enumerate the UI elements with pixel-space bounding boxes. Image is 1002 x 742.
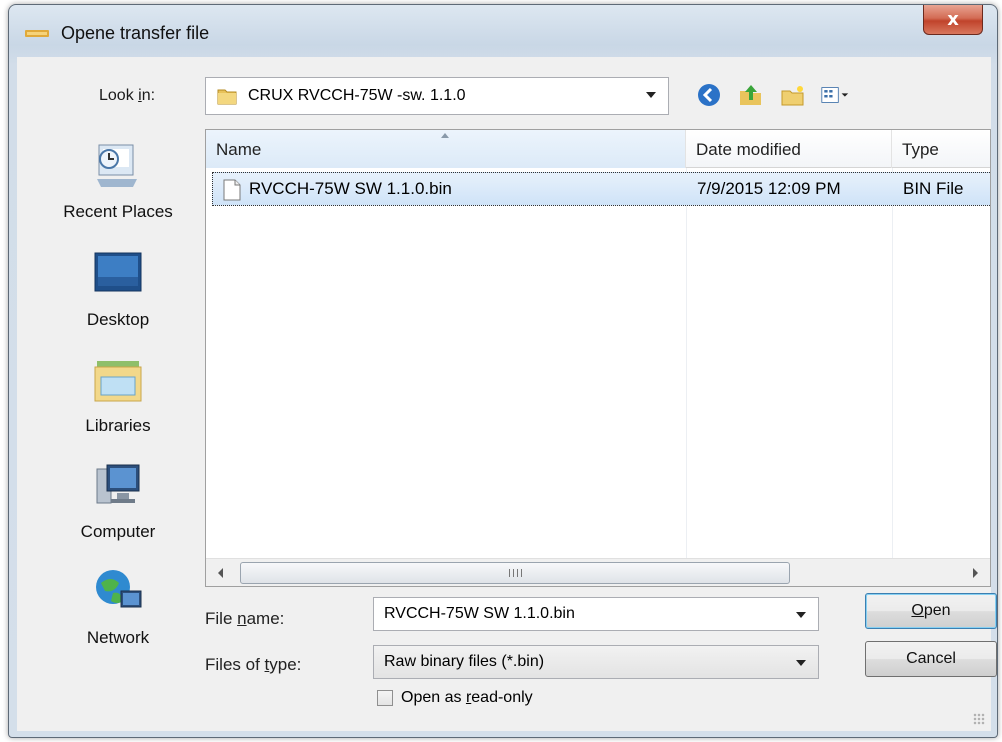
file-name-cell: RVCCH-75W SW 1.1.0.bin [249, 179, 452, 198]
file-list-header: Name Date modified Type [206, 130, 990, 168]
file-type-value: Raw binary files (*.bin) [384, 653, 545, 670]
place-recent-places[interactable]: Recent Places [43, 139, 193, 222]
place-label: Computer [80, 522, 156, 541]
sort-ascending-icon [441, 133, 449, 138]
window-title: Opene transfer file [61, 23, 210, 43]
back-icon[interactable] [695, 81, 723, 109]
file-name-value: RVCCH-75W SW 1.1.0.bin [384, 605, 575, 622]
read-only-label: Open as read-only [401, 689, 533, 706]
view-menu-icon[interactable] [821, 81, 849, 109]
place-label: Desktop [86, 310, 150, 329]
horizontal-scrollbar[interactable] [206, 558, 990, 586]
close-icon: x [947, 9, 959, 30]
recent-places-icon [97, 144, 137, 187]
file-list[interactable]: Name Date modified Type RVCCH-75W SW 1.1… [205, 129, 991, 587]
dialog-client-area: Look in: CRUX RVCCH-75W -sw. 1.1.0 Recen… [17, 57, 997, 731]
scroll-left-icon[interactable] [218, 568, 223, 578]
folder-icon [217, 89, 237, 105]
file-type-select[interactable]: Raw binary files (*.bin) [373, 645, 819, 679]
column-divider [686, 168, 687, 558]
grip-icon [509, 569, 523, 577]
libraries-icon [94, 361, 142, 402]
read-only-checkbox[interactable] [377, 690, 393, 706]
title-bar[interactable]: Opene transfer file x [9, 5, 997, 57]
place-label: Network [86, 628, 150, 647]
column-divider [892, 168, 893, 558]
open-read-only-option[interactable]: Open as read-only [377, 689, 533, 707]
open-file-dialog: Opene transfer file x Look in: CRUX RVCC… [8, 4, 998, 738]
file-icon [223, 179, 241, 201]
navigation-toolbar [695, 81, 849, 109]
chevron-down-icon[interactable] [796, 612, 806, 618]
look-in-value: CRUX RVCCH-75W -sw. 1.1.0 [248, 87, 466, 104]
place-computer[interactable]: Computer [43, 459, 193, 542]
desktop-icon [94, 252, 142, 292]
file-type-label: Files of type: [205, 655, 302, 674]
cancel-button[interactable]: Cancel [865, 641, 997, 677]
network-icon [96, 570, 142, 608]
file-date-cell: 7/9/2015 12:09 PM [697, 179, 841, 198]
place-label: Recent Places [63, 202, 173, 221]
look-in-label: Look in: [99, 87, 156, 104]
chevron-down-icon[interactable] [646, 92, 656, 98]
resize-grip-icon[interactable] [973, 713, 985, 725]
computer-icon [96, 464, 140, 504]
column-header-type[interactable]: Type [892, 130, 990, 168]
place-network[interactable]: Network [43, 565, 193, 648]
file-name-input[interactable]: RVCCH-75W SW 1.1.0.bin [373, 597, 819, 631]
chevron-down-icon[interactable] [796, 660, 806, 666]
file-name-label: File name: [205, 609, 285, 628]
app-icon [25, 30, 49, 37]
places-bar: Recent Places Desktop Libraries Computer… [43, 129, 193, 659]
place-label: Libraries [85, 416, 151, 435]
scroll-right-icon[interactable] [973, 568, 978, 578]
up-folder-icon[interactable] [737, 81, 765, 109]
place-desktop[interactable]: Desktop [43, 247, 193, 330]
new-folder-icon[interactable] [779, 81, 807, 109]
look-in-dropdown[interactable]: CRUX RVCCH-75W -sw. 1.1.0 [205, 77, 669, 115]
place-libraries[interactable]: Libraries [43, 353, 193, 436]
scrollbar-thumb[interactable] [240, 562, 790, 584]
close-button[interactable]: x [923, 5, 983, 35]
open-button[interactable]: Open [865, 593, 997, 629]
file-row[interactable]: RVCCH-75W SW 1.1.0.bin 7/9/2015 12:09 PM… [212, 172, 990, 206]
column-header-date-modified[interactable]: Date modified [686, 130, 892, 168]
file-type-cell: BIN File [903, 179, 964, 198]
